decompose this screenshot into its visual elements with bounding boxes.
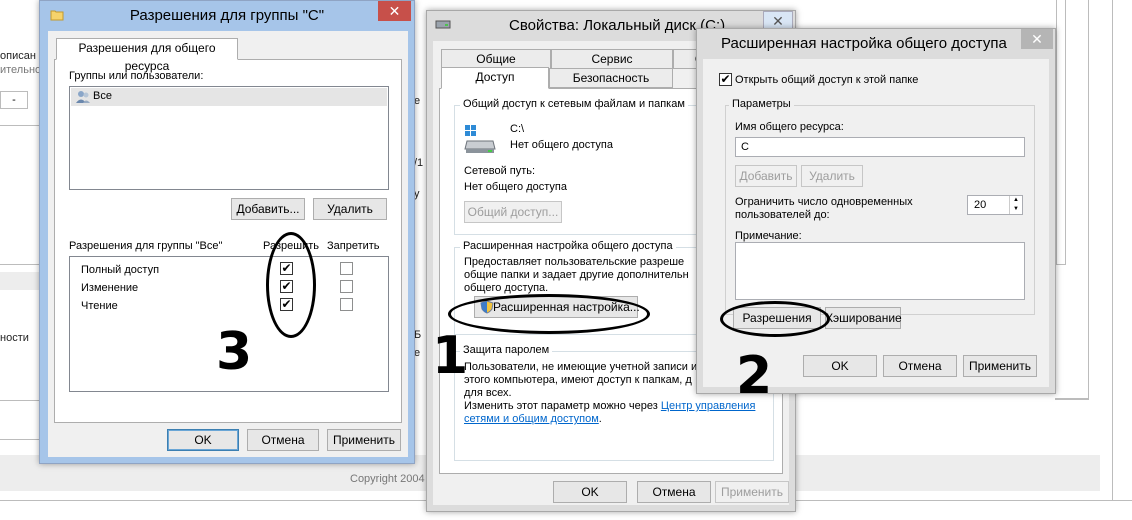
bg-scrollbar xyxy=(1056,0,1066,265)
perm-client: Разрешения для общего ресурса Группы или… xyxy=(48,31,408,457)
bg-text: описан xyxy=(0,50,36,62)
group-permissions-window: Разрешения для группы "С" ✕ Разрешения д… xyxy=(39,0,415,464)
bg-panel xyxy=(0,400,40,440)
advanced-client: ✔ Открыть общий доступ к этой папке Пара… xyxy=(703,59,1049,387)
password-desc: этого компьютера, имеют доступ к папкам,… xyxy=(464,374,692,386)
close-icon[interactable]: ✕ xyxy=(378,1,411,21)
perm-titlebar: Разрешения для группы "С" ✕ xyxy=(40,1,414,31)
perm-name: Полный доступ xyxy=(81,264,160,276)
advanced-desc: общие папки и задает другие дополнительн xyxy=(464,269,689,281)
bg-band xyxy=(0,272,40,290)
deny-header: Запретить xyxy=(327,240,380,252)
password-link-end: . xyxy=(598,413,602,425)
annotation-step-2: 2 xyxy=(736,346,773,406)
tab-tools[interactable]: Сервис xyxy=(551,49,673,69)
group-title: Защита паролем xyxy=(460,344,553,356)
password-desc: сетями и общим доступом. xyxy=(464,413,602,425)
share-folder-checkbox[interactable]: ✔ xyxy=(719,73,732,86)
perm-name: Изменение xyxy=(81,282,139,294)
bg-text: ности xyxy=(0,332,29,344)
bg-panel xyxy=(0,125,40,265)
close-icon[interactable]: ✕ xyxy=(1021,29,1053,49)
drive-path: C:\ xyxy=(510,123,525,135)
hard-drive-icon xyxy=(464,123,496,155)
drive-share-status: Нет общего доступа xyxy=(510,139,613,151)
ok-button[interactable]: OK xyxy=(553,481,627,503)
window-title: Разрешения для группы "С" xyxy=(129,7,325,24)
annotation-step-1: 1 xyxy=(432,326,469,386)
share-button[interactable]: Общий доступ... xyxy=(464,201,562,223)
share-name-label: Имя общего ресурса: xyxy=(735,121,844,133)
advanced-desc: общего доступа. xyxy=(464,282,549,294)
user-limit-value: 20 xyxy=(974,199,987,211)
apply-button[interactable]: Применить xyxy=(715,481,789,503)
tab-sharing[interactable]: Доступ xyxy=(441,67,549,89)
ok-button[interactable]: OK xyxy=(167,429,239,451)
share-folder-label: Открыть общий доступ к этой папке xyxy=(735,74,919,86)
deny-change-checkbox[interactable] xyxy=(340,280,353,293)
limit-label: пользователей до: xyxy=(735,209,830,221)
advanced-desc: Предоставляет пользовательские разреше xyxy=(464,256,685,268)
spin-up-icon[interactable]: ▲ xyxy=(1009,196,1022,205)
list-item[interactable]: Все xyxy=(71,88,387,106)
perm-name: Чтение xyxy=(81,300,118,312)
add-button[interactable]: Добавить... xyxy=(231,198,305,220)
cancel-button[interactable]: Отмена xyxy=(883,355,957,377)
note-textarea[interactable] xyxy=(735,242,1025,300)
tab-share-permissions[interactable]: Разрешения для общего ресурса xyxy=(56,38,238,73)
apply-button[interactable]: Применить xyxy=(327,429,401,451)
deny-full-checkbox[interactable] xyxy=(340,262,353,275)
user-name: Все xyxy=(93,90,112,102)
annotation-oval-permissions xyxy=(720,301,830,337)
perm-header: Разрешения для группы "Все" xyxy=(69,240,223,252)
password-desc: Изменить этот параметр можно через Центр… xyxy=(464,400,755,412)
share-name-input[interactable]: C xyxy=(735,137,1025,157)
bg-line xyxy=(1112,0,1113,500)
advanced-titlebar: Расширенная настройка общего доступа ✕ xyxy=(697,29,1055,59)
add-share-button[interactable]: Добавить xyxy=(735,165,797,187)
bg-text: Б xyxy=(414,329,422,341)
group-title: Расширенная настройка общего доступа xyxy=(460,240,676,252)
caching-button[interactable]: Кэширование xyxy=(825,307,902,329)
network-sharing-link[interactable]: сетями и общим доступом xyxy=(464,413,599,425)
bg-field: - xyxy=(0,91,28,109)
advanced-sharing-window: Расширенная настройка общего доступа ✕ ✔… xyxy=(696,28,1056,394)
remove-button[interactable]: Удалить xyxy=(313,198,387,220)
annotation-oval-allow xyxy=(266,232,316,338)
net-path-label: Сетевой путь: xyxy=(464,165,536,177)
ok-button[interactable]: OK xyxy=(803,355,877,377)
annotation-step-3: 3 xyxy=(216,322,253,382)
bg-line xyxy=(1088,0,1089,398)
annotation-oval-advanced xyxy=(448,294,650,334)
cancel-button[interactable]: Отмена xyxy=(637,481,711,503)
password-change-text: Изменить этот параметр можно через xyxy=(464,400,661,412)
password-desc: Пользователи, не имеющие учетной записи … xyxy=(464,361,698,373)
bg-text: /1 xyxy=(414,157,424,169)
note-label: Примечание: xyxy=(735,230,802,242)
copyright-text: Copyright 2004 xyxy=(350,473,425,485)
net-path-value: Нет общего доступа xyxy=(464,181,567,193)
user-limit-stepper[interactable]: 20 ▲ ▼ xyxy=(967,195,1023,215)
tab-general[interactable]: Общие xyxy=(441,49,551,69)
users-icon xyxy=(75,90,91,104)
users-list[interactable]: Все xyxy=(69,86,389,190)
spin-down-icon[interactable]: ▼ xyxy=(1009,205,1022,214)
deny-read-checkbox[interactable] xyxy=(340,298,353,311)
apply-button[interactable]: Применить xyxy=(963,355,1037,377)
cancel-button[interactable]: Отмена xyxy=(247,429,319,451)
group-title: Параметры xyxy=(729,98,794,110)
password-desc: для всех. xyxy=(464,387,512,399)
limit-label: Ограничить число одновременных xyxy=(735,196,913,208)
group-title: Общий доступ к сетевым файлам и папкам xyxy=(460,98,688,110)
tab-security[interactable]: Безопасность xyxy=(549,68,673,88)
bg-line xyxy=(1055,398,1089,400)
remove-share-button[interactable]: Удалить xyxy=(801,165,863,187)
window-title: Расширенная настройка общего доступа xyxy=(721,35,1007,52)
